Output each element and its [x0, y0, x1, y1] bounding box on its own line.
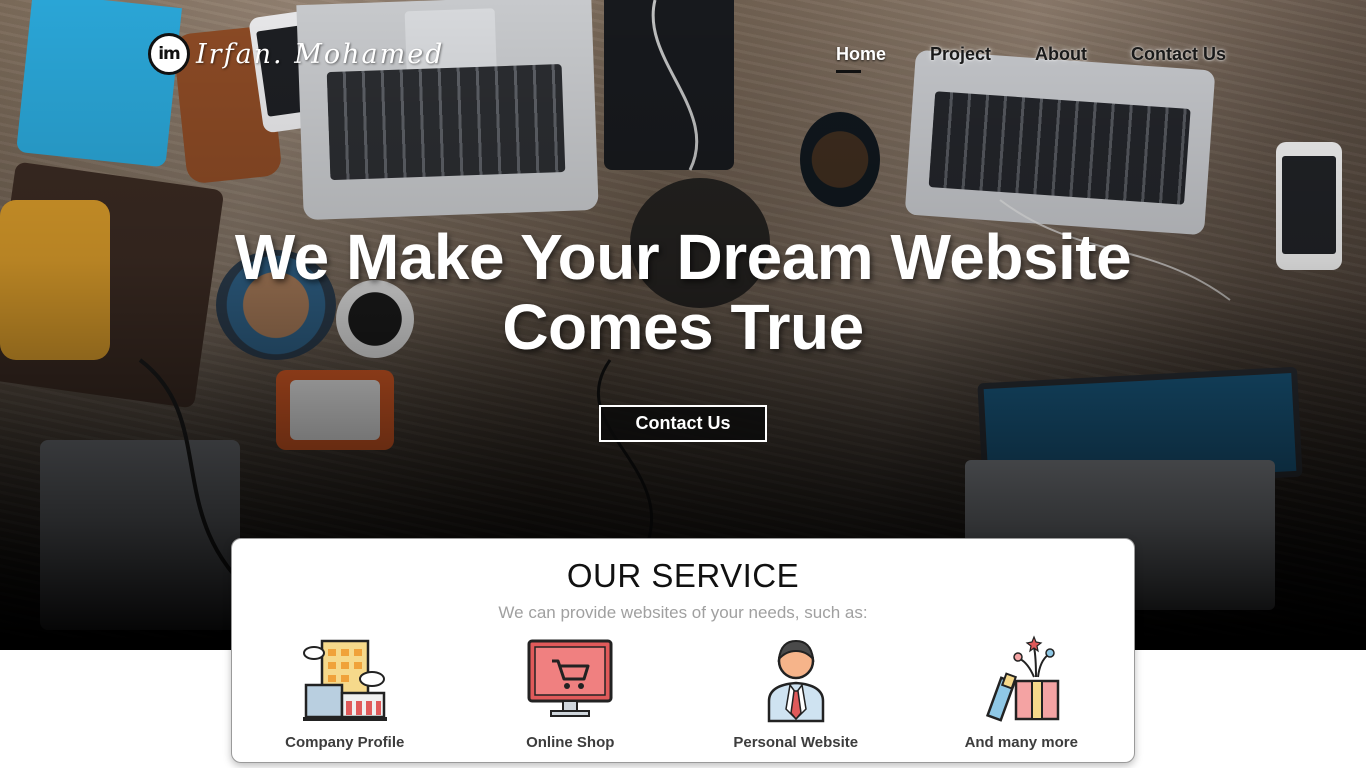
signature-logo: Irfan. Mohamed [196, 38, 445, 70]
nav-project[interactable]: Project [930, 44, 991, 65]
service-subtitle: We can provide websites of your needs, s… [498, 603, 868, 622]
service-item-online-shop[interactable]: Online Shop [458, 635, 684, 751]
nav-about[interactable]: About [1035, 44, 1087, 65]
office-building-icon [302, 639, 387, 721]
logo-badge-icon: im [148, 33, 190, 75]
service-item-label: Online Shop [526, 734, 615, 751]
headline-line-2: Comes True [502, 291, 864, 363]
service-list: Company Profile Online Shop Personal Web… [232, 635, 1134, 751]
nav-home[interactable]: Home [835, 44, 886, 73]
hero-headline: We Make Your Dream Website Comes True [0, 222, 1366, 362]
contact-us-button[interactable]: Contact Us [599, 405, 767, 442]
service-item-label: Company Profile [285, 734, 405, 751]
service-card: OUR SERVICE We can provide websites of y… [231, 538, 1135, 763]
service-item-label: And many more [964, 734, 1078, 751]
main-nav: Home Project About Contact Us [835, 44, 1226, 73]
logo-text: im [158, 44, 181, 64]
person-icon [767, 639, 824, 723]
headline-line-1: We Make Your Dream Website [234, 221, 1132, 293]
brand-logo[interactable]: im Irfan. Mohamed [148, 33, 444, 75]
service-item-company-profile[interactable]: Company Profile [232, 635, 458, 751]
service-item-personal-website[interactable]: Personal Website [683, 635, 909, 751]
service-item-label: Personal Website [733, 734, 859, 751]
shopping-cart-monitor-icon [527, 639, 613, 717]
service-item-and-many-more[interactable]: And many more [909, 635, 1135, 751]
gift-box-icon [986, 635, 1060, 722]
nav-contact-us[interactable]: Contact Us [1131, 44, 1226, 65]
service-title: OUR SERVICE [566, 557, 800, 594]
